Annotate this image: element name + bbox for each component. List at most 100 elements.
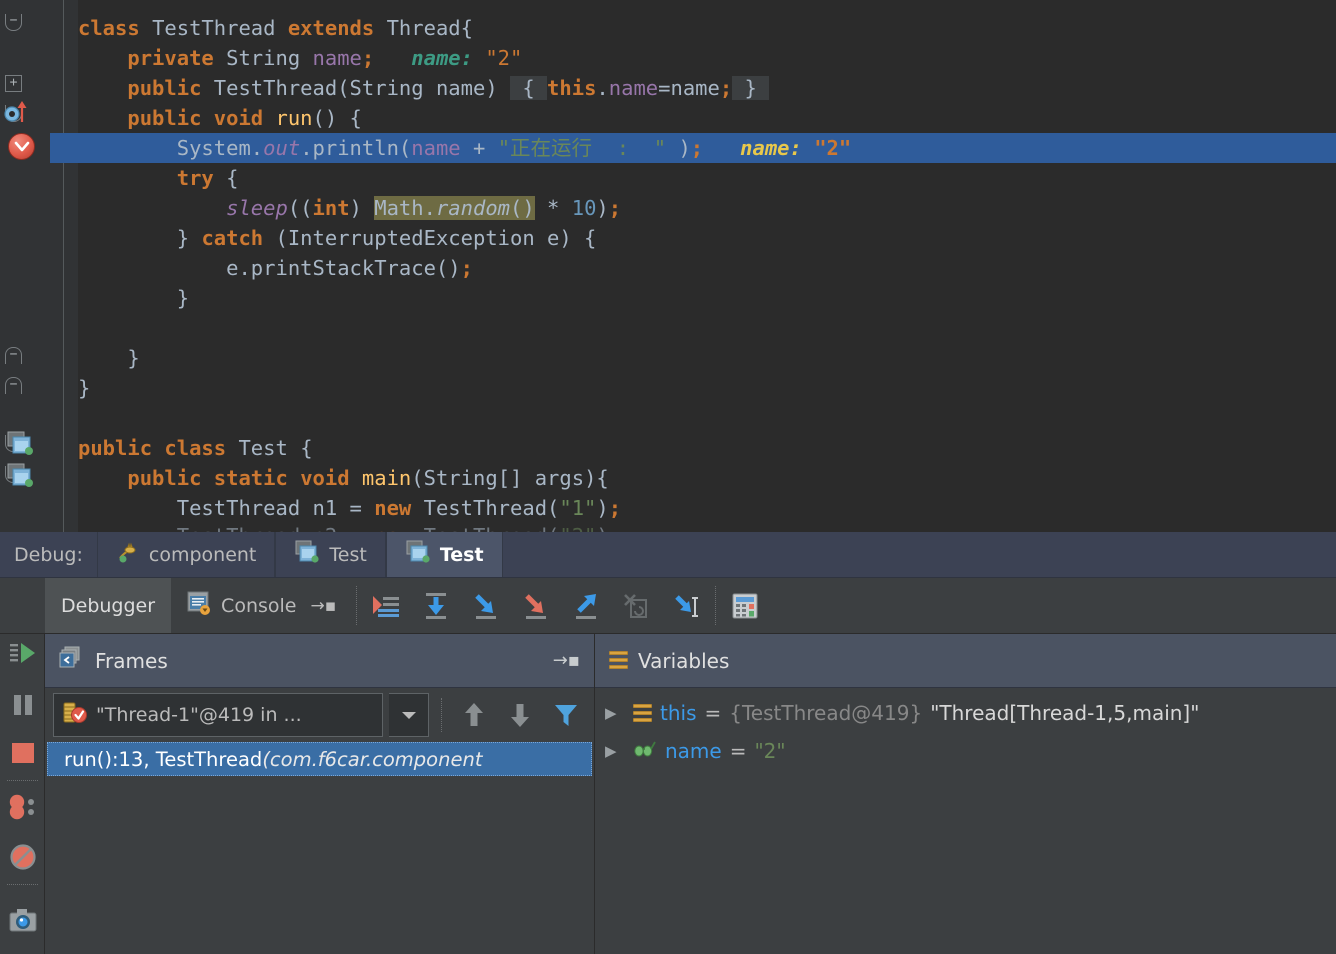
variables-panel-header: Variables (595, 634, 1336, 688)
code-line-12: } (127, 346, 140, 370)
debug-side-toolbar (0, 578, 45, 954)
frames-panel-header: Frames →▪ (45, 634, 594, 688)
frames-hide-button[interactable]: →▪ (553, 650, 580, 671)
variables-panel: Variables ▶ this = {TestThread@419} "Thr… (595, 634, 1336, 954)
breakpoint-current-line-icon[interactable] (8, 133, 35, 160)
code-text-area[interactable]: class TestThread extends Thread{ private… (78, 0, 1336, 532)
frame-method: run():13, TestThread (64, 747, 263, 771)
thread-selector-row: "Thread-1"@419 in ... (45, 688, 594, 742)
code-line-13: } (78, 376, 91, 400)
view-breakpoints-button[interactable] (0, 784, 45, 830)
debug-tab-test-1[interactable]: Test (275, 532, 386, 577)
settings-button[interactable] (0, 898, 45, 944)
pause-program-button[interactable] (0, 682, 45, 728)
object-bars-icon (633, 703, 652, 723)
debug-tab-test-1-label: Test (329, 543, 367, 566)
fold-marker-run-end[interactable]: − (5, 347, 22, 364)
toolbar-sep-1 (356, 586, 358, 625)
force-step-into-button[interactable] (511, 578, 561, 633)
variable-value: "2" (754, 739, 786, 763)
run-config-icon (405, 540, 431, 569)
code-line-8: } catch (InterruptedException e) { (176, 226, 597, 250)
console-pin-icon[interactable]: →▪ (310, 596, 336, 616)
code-line-1: class TestThread extends Thread{ (78, 16, 473, 40)
tab-debugger-label: Debugger (61, 594, 156, 617)
debugger-toolbar: Debugger Console →▪ (0, 578, 1336, 634)
code-line-9: e.printStackTrace(); (226, 256, 473, 280)
frames-down-button[interactable] (500, 693, 540, 737)
intellij-debugger-window: − + − − − − − (0, 0, 1336, 954)
evaluate-expression-button[interactable] (720, 578, 770, 633)
tomcat-cat-icon (116, 540, 140, 569)
list-item[interactable]: ▶ name = "2" (595, 732, 1336, 770)
mute-breakpoints-button[interactable] (0, 834, 45, 880)
editor-fold-column[interactable] (50, 0, 78, 532)
code-line-17: TestThread n1 = new TestThread("1"); (176, 496, 622, 520)
step-over-button[interactable] (411, 578, 461, 633)
frames-nav-divider (441, 698, 443, 732)
code-line-6: try { (176, 166, 239, 190)
debug-tab-bar: Debug: component Test Test (0, 532, 1336, 578)
variable-ref: {TestThread@419} (729, 701, 923, 725)
frames-icon (59, 646, 85, 675)
show-execution-point-button[interactable] (361, 578, 411, 633)
fold-marker-constructor[interactable]: + (5, 75, 22, 92)
run-to-cursor-button[interactable] (661, 578, 711, 633)
stop-button[interactable] (0, 730, 45, 776)
drop-frame-button[interactable] (611, 578, 661, 633)
chevron-right-icon[interactable]: ▶ (605, 742, 625, 760)
code-line-2: private String name; name: "2" (127, 46, 523, 70)
thread-selector-value: "Thread-1"@419 in ... (96, 704, 302, 726)
variable-name: name (665, 739, 722, 763)
code-line-3: public TestThread(String name) { this.na… (127, 76, 770, 100)
code-line-5-executing: System.out.println(name + "正在运行 : " ); n… (176, 136, 852, 160)
variable-value: "Thread[Thread-1,5,main]" (930, 701, 1200, 725)
code-line-10: } (176, 286, 190, 310)
code-line-15: public class Test { (78, 436, 313, 460)
toolbar-sep-2 (715, 586, 717, 625)
variables-title: Variables (638, 648, 730, 673)
variables-icon (609, 651, 628, 670)
tab-console[interactable]: Console →▪ (171, 578, 352, 633)
console-icon (187, 590, 213, 621)
thread-selector-combo[interactable]: "Thread-1"@419 in ... (53, 693, 383, 737)
override-method-icon[interactable] (4, 98, 30, 124)
list-item[interactable]: ▶ this = {TestThread@419} "Thread[Thread… (595, 694, 1336, 732)
debug-tab-component[interactable]: component (96, 532, 276, 577)
thread-suspended-icon (62, 701, 88, 730)
run-class-gutter-icon-2[interactable] (6, 462, 34, 488)
step-into-button[interactable] (461, 578, 511, 633)
code-line-16: public static void main(String[] args){ (127, 466, 609, 490)
run-class-gutter-icon-1[interactable] (6, 430, 34, 456)
fold-marker-class[interactable]: − (5, 14, 22, 31)
fold-marker-class-end[interactable]: − (5, 377, 22, 394)
variable-name: this (660, 701, 697, 725)
variables-tree[interactable]: ▶ this = {TestThread@419} "Thread[Thread… (595, 688, 1336, 770)
chevron-right-icon[interactable]: ▶ (605, 704, 625, 722)
fold-guide-line (63, 0, 64, 532)
toolbar-divider-3 (7, 884, 38, 885)
string-glasses-icon (633, 739, 657, 763)
table-row[interactable]: run():13, TestThread (com.f6car.componen… (47, 742, 592, 776)
code-line-4: public void run() { (127, 106, 362, 130)
code-editor[interactable]: − + − − − − − (0, 0, 1336, 532)
tab-debugger[interactable]: Debugger (45, 578, 172, 633)
variable-equals: = (729, 739, 747, 763)
variable-equals: = (704, 701, 722, 725)
thread-selector-dropdown-arrow[interactable] (389, 693, 430, 737)
frames-up-button[interactable] (454, 693, 494, 737)
step-out-button[interactable] (561, 578, 611, 633)
code-line-7: sleep((int) Math.random() * 10); (226, 196, 622, 220)
toolbar-divider-2 (7, 780, 38, 781)
debug-tab-component-label: component (148, 543, 257, 566)
frames-filter-button[interactable] (546, 693, 586, 737)
run-config-icon (294, 540, 320, 569)
resume-program-button[interactable] (0, 630, 45, 676)
frames-title: Frames (95, 648, 168, 673)
debug-tab-test-2[interactable]: Test (385, 532, 503, 577)
frame-package: (com.f6car.component (262, 747, 483, 771)
tab-console-label: Console (221, 594, 297, 617)
debug-label: Debug: (14, 543, 83, 566)
debug-tab-test-2-label: Test (439, 543, 484, 566)
code-line-18-clipped: TestThread n2 = new TestThread("2"); (78, 521, 621, 532)
